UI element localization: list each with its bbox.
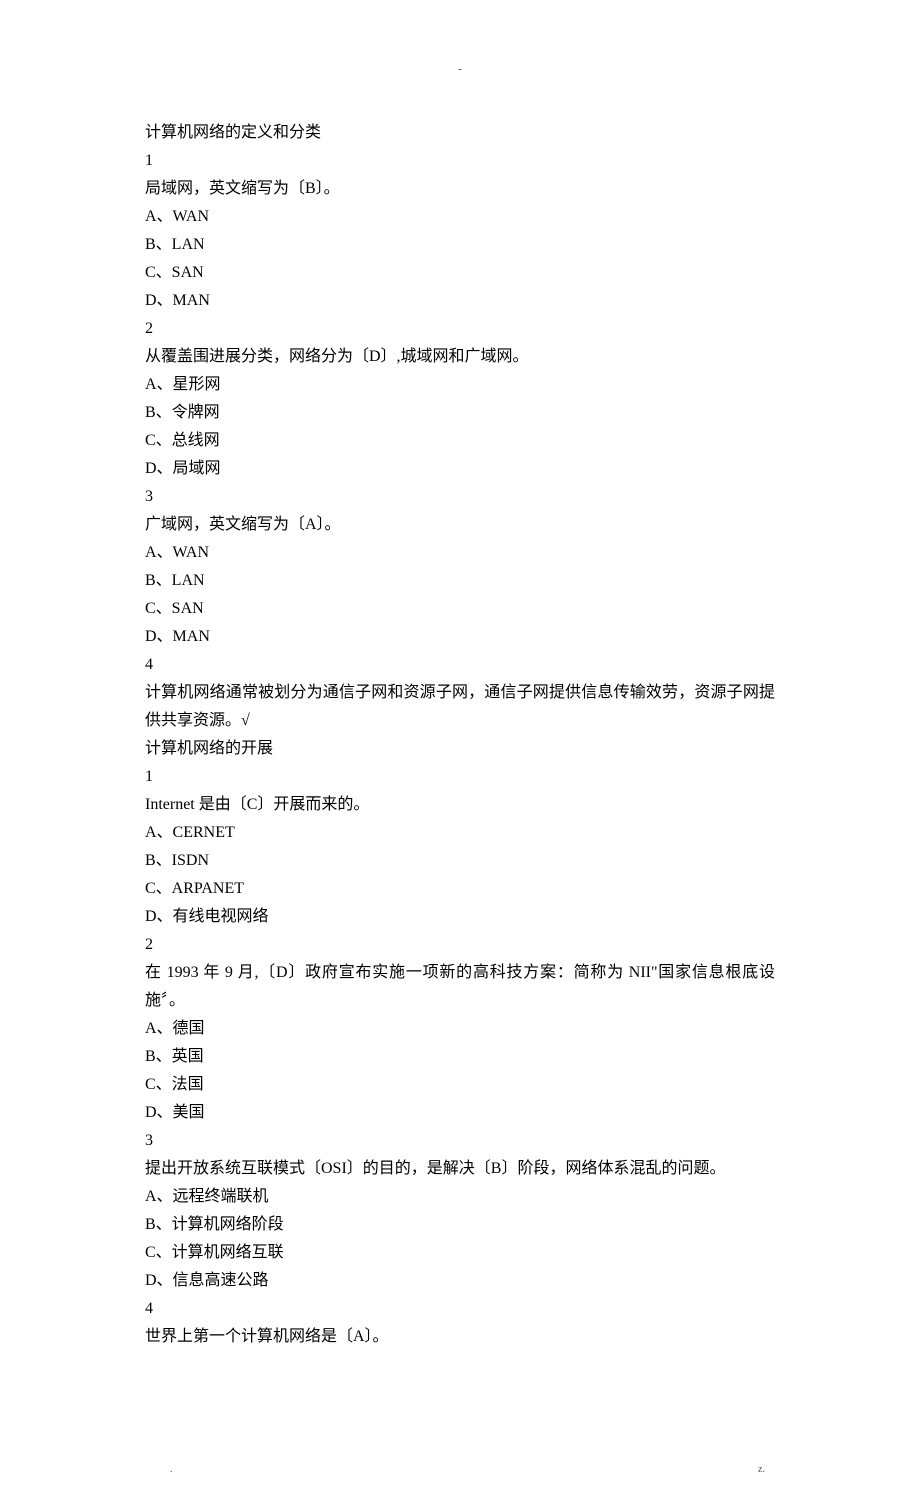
question-option: B、ISDN [145, 847, 775, 875]
question-option: A、CERNET [145, 819, 775, 847]
page-header-mark: - [145, 60, 775, 79]
question-stem: 广域网，英文缩写为〔A〕。 [145, 511, 775, 539]
question-option: C、总线网 [145, 427, 775, 455]
page-footer: . z. [0, 1461, 920, 1509]
question-option: D、美国 [145, 1099, 775, 1127]
document-body: 计算机网络的定义和分类1局域网，英文缩写为〔B〕。A、WANB、LANC、SAN… [145, 119, 775, 1351]
question-option: A、德国 [145, 1015, 775, 1043]
question-number: 1 [145, 763, 775, 791]
question-option: C、ARPANET [145, 875, 775, 903]
question-option: D、MAN [145, 623, 775, 651]
question-option: A、远程终端联机 [145, 1183, 775, 1211]
question-stem: 世界上第一个计算机网络是〔A〕。 [145, 1323, 775, 1351]
footer-right: z. [758, 1461, 765, 1479]
question-stem: Internet 是由〔C〕开展而来的。 [145, 791, 775, 819]
question-option: B、LAN [145, 567, 775, 595]
section-title: 计算机网络的开展 [145, 735, 775, 763]
question-option: C、SAN [145, 595, 775, 623]
question-stem: 计算机网络通常被划分为通信子网和资源子网，通信子网提供信息传输效劳，资源子网提供… [145, 679, 775, 735]
question-option: C、SAN [145, 259, 775, 287]
question-option: A、星形网 [145, 371, 775, 399]
question-option: D、MAN [145, 287, 775, 315]
question-number: 1 [145, 147, 775, 175]
question-number: 2 [145, 315, 775, 343]
document-page: - 计算机网络的定义和分类1局域网，英文缩写为〔B〕。A、WANB、LANC、S… [0, 0, 920, 1411]
question-option: D、有线电视网络 [145, 903, 775, 931]
question-number: 4 [145, 1295, 775, 1323]
question-option: C、计算机网络互联 [145, 1239, 775, 1267]
question-option: C、法国 [145, 1071, 775, 1099]
section-title: 计算机网络的定义和分类 [145, 119, 775, 147]
question-number: 3 [145, 1127, 775, 1155]
question-option: A、WAN [145, 203, 775, 231]
question-number: 3 [145, 483, 775, 511]
question-stem: 提出开放系统互联模式〔OSI〕的目的，是解决〔B〕阶段，网络体系混乱的问题。 [145, 1155, 775, 1183]
question-number: 4 [145, 651, 775, 679]
question-option: D、局域网 [145, 455, 775, 483]
question-stem: 局域网，英文缩写为〔B〕。 [145, 175, 775, 203]
question-option: D、信息高速公路 [145, 1267, 775, 1295]
question-option: B、令牌网 [145, 399, 775, 427]
question-option: A、WAN [145, 539, 775, 567]
question-option: B、计算机网络阶段 [145, 1211, 775, 1239]
question-stem: 在 1993 年 9 月,〔D〕政府宣布实施一项新的高科技方案：简称为 NII"… [145, 959, 775, 1015]
question-option: B、英国 [145, 1043, 775, 1071]
question-number: 2 [145, 931, 775, 959]
footer-left: . [170, 1461, 173, 1479]
question-option: B、LAN [145, 231, 775, 259]
question-stem: 从覆盖围进展分类，网络分为〔D〕,城域网和广域网。 [145, 343, 775, 371]
